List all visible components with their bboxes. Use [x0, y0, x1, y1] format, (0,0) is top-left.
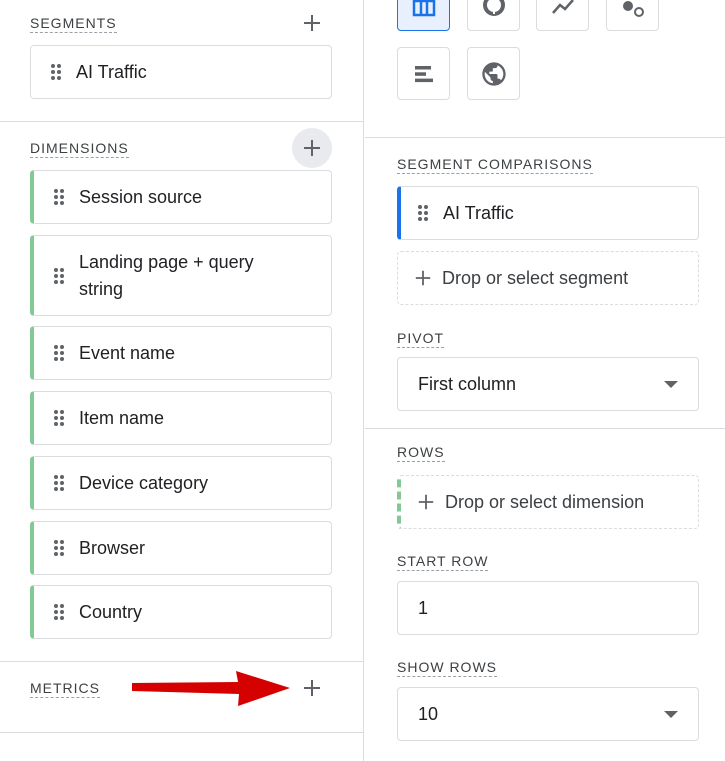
pivot-value: First column: [418, 373, 517, 394]
dimension-chip-label: Country: [79, 601, 143, 622]
add-metric-button[interactable]: [292, 668, 332, 708]
dimension-chip-device-category[interactable]: Device category: [30, 456, 332, 510]
plus-icon: [304, 140, 320, 156]
table-icon: [412, 0, 435, 16]
drop-select-segment[interactable]: Drop or select segment: [397, 251, 699, 305]
divider: [0, 661, 364, 662]
viz-donut-button[interactable]: [467, 0, 520, 31]
dimension-chip-session-source[interactable]: Session source: [30, 170, 332, 224]
viz-table-button[interactable]: [397, 0, 450, 31]
drag-handle-icon[interactable]: [49, 408, 69, 428]
dimension-chip-label: Landing page + query string: [79, 251, 254, 299]
dimension-chip-browser[interactable]: Browser: [30, 521, 332, 575]
drag-handle-icon[interactable]: [46, 62, 66, 82]
drag-handle-icon[interactable]: [49, 343, 69, 363]
divider: [365, 428, 725, 429]
rows-label: ROWS: [397, 444, 445, 462]
segment-chip-label: AI Traffic: [76, 61, 147, 82]
dimension-chip-item-name[interactable]: Item name: [30, 391, 332, 445]
comparison-chip-label: AI Traffic: [443, 202, 514, 223]
red-arrow-annotation: [132, 671, 290, 706]
divider: [0, 732, 364, 733]
pivot-label: PIVOT: [397, 330, 445, 348]
segment-chip-ai-traffic[interactable]: AI Traffic: [30, 45, 332, 99]
show-rows-label: SHOW ROWS: [397, 659, 497, 677]
start-row-value: 1: [418, 597, 429, 618]
drop-select-dimension[interactable]: Drop or select dimension: [397, 475, 699, 529]
dimension-chip-label: Browser: [79, 537, 146, 558]
pivot-select[interactable]: First column: [397, 357, 699, 411]
dimension-chip-event-name[interactable]: Event name: [30, 326, 332, 380]
dimension-chip-label: Session source: [79, 186, 203, 207]
dimension-chip-country[interactable]: Country: [30, 585, 332, 639]
plus-icon: [304, 680, 320, 696]
dimension-chip-label: Device category: [79, 472, 209, 493]
bar-chart-icon: [414, 65, 433, 82]
line-chart-icon: [551, 0, 574, 14]
start-row-input[interactable]: 1: [397, 581, 699, 635]
plus-icon: [416, 492, 436, 512]
viz-geo-button[interactable]: [467, 47, 520, 100]
divider: [0, 121, 364, 122]
show-rows-select[interactable]: 10: [397, 687, 699, 741]
drag-handle-icon[interactable]: [413, 203, 433, 223]
dimensions-label: DIMENSIONS: [30, 140, 129, 158]
divider: [365, 137, 725, 138]
segment-comparisons-label: SEGMENT COMPARISONS: [397, 156, 593, 174]
variables-panel: SEGMENTS AI Traffic DIMENSIONS Session s…: [0, 0, 364, 761]
viz-line-button[interactable]: [536, 0, 589, 31]
donut-chart-icon: [482, 0, 505, 16]
caret-down-icon: [664, 711, 678, 718]
viz-bar-button[interactable]: [397, 47, 450, 100]
start-row-label: START ROW: [397, 553, 489, 571]
drop-segment-label: Drop or select segment: [442, 267, 629, 288]
geo-map-icon: [481, 61, 506, 86]
comparison-chip-ai-traffic[interactable]: AI Traffic: [397, 186, 699, 240]
drag-handle-icon[interactable]: [49, 538, 69, 558]
segments-label: SEGMENTS: [30, 15, 117, 33]
drag-handle-icon[interactable]: [49, 602, 69, 622]
caret-down-icon: [664, 381, 678, 388]
drop-dimension-label: Drop or select dimension: [445, 491, 645, 512]
dimension-chip-label: Item name: [79, 407, 165, 428]
drag-handle-icon[interactable]: [49, 187, 69, 207]
plus-icon: [413, 268, 433, 288]
plus-icon: [304, 15, 320, 31]
dimension-chip-landing-page[interactable]: Landing page + query string: [30, 235, 332, 316]
add-dimension-button[interactable]: [292, 128, 332, 168]
drag-handle-icon[interactable]: [49, 473, 69, 493]
metrics-label: METRICS: [30, 680, 100, 698]
viz-scatter-button[interactable]: [606, 0, 659, 31]
add-segment-button[interactable]: [292, 3, 332, 43]
show-rows-value: 10: [418, 703, 439, 724]
drag-handle-icon[interactable]: [49, 266, 69, 286]
scatter-plot-icon: [622, 0, 644, 17]
tab-settings-panel: SEGMENT COMPARISONS AI Traffic Drop or s…: [365, 0, 725, 761]
dimension-chip-label: Event name: [79, 342, 176, 363]
